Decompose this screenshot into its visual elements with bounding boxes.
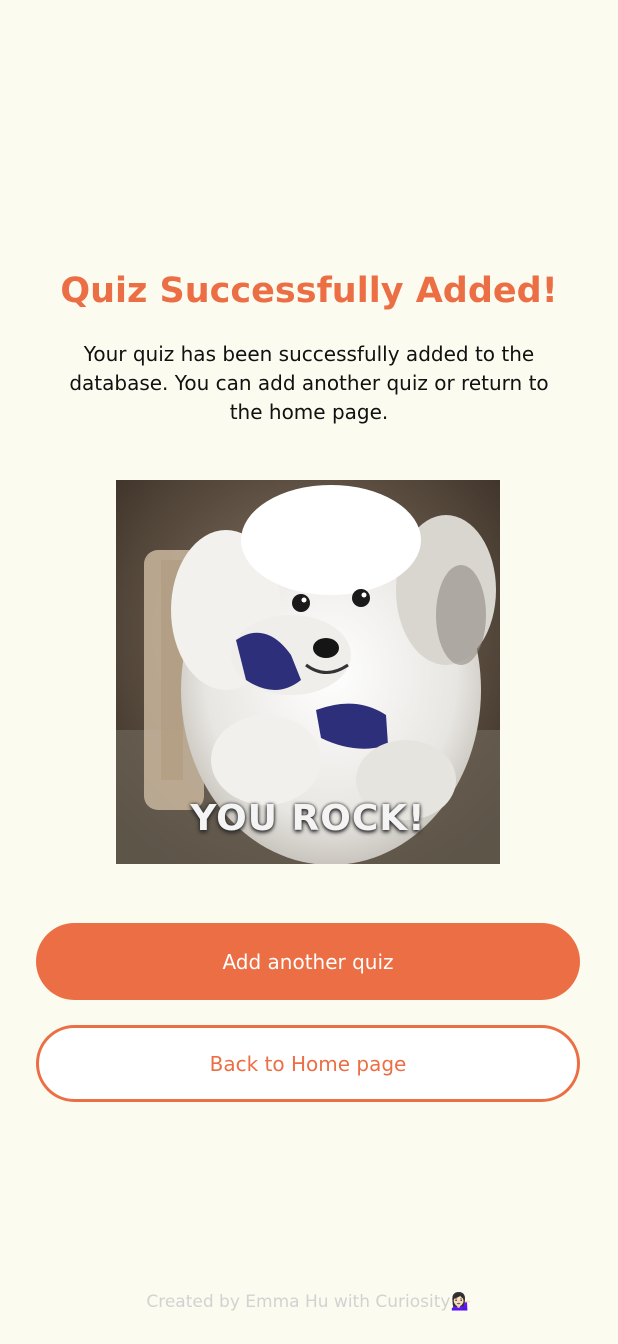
page-title: Quiz Successfully Added! <box>60 271 558 311</box>
success-description: Your quiz has been successfully added to… <box>69 342 549 424</box>
image-caption: YOU ROCK! <box>190 798 426 839</box>
celebration-image: YOU ROCK! <box>116 480 500 864</box>
back-to-home-button[interactable]: Back to Home page <box>36 1025 580 1102</box>
add-another-quiz-button[interactable]: Add another quiz <box>36 923 580 1000</box>
person-tipping-hand-emoji-icon: 💁🏻‍♀️ <box>450 1292 472 1312</box>
footer-text: Created by Emma Hu with Curiosity <box>146 1292 451 1312</box>
footer-credit: Created by Emma Hu with Curiosity💁🏻‍♀️ <box>0 1292 618 1312</box>
